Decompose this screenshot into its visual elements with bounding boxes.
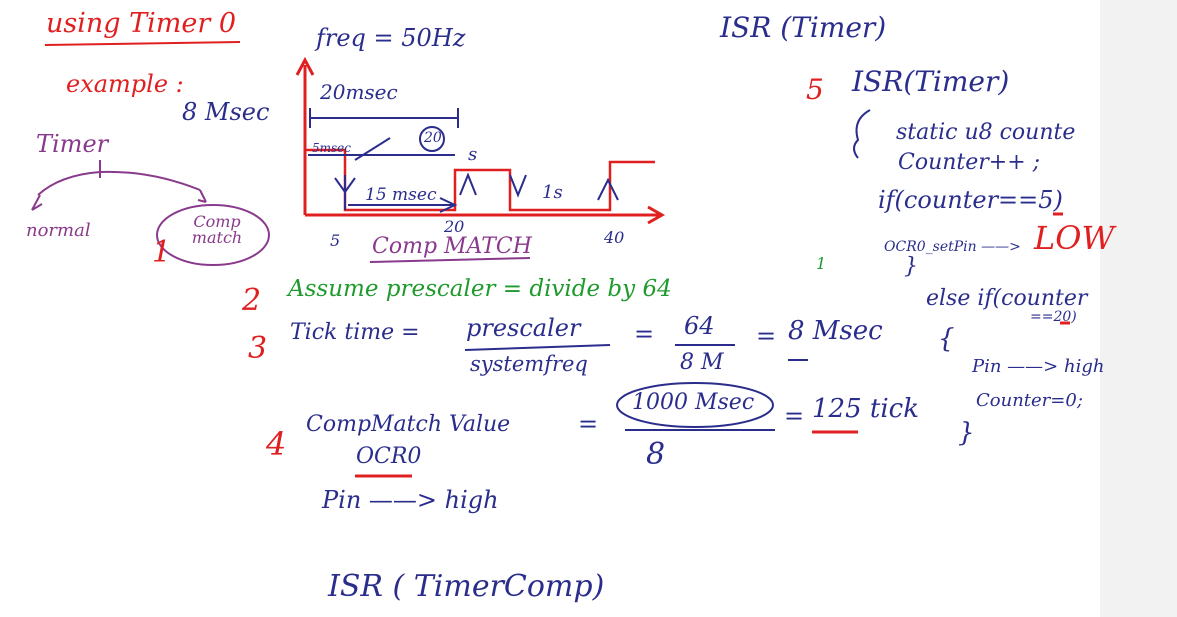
isr-timer-heading: ISR (Timer) [720, 11, 887, 44]
denominator-8: 8 [646, 437, 666, 472]
period-label: 20msec [320, 80, 398, 104]
compmatch-value-label: CompMatch Value [306, 412, 511, 437]
high-time-label: 15 msec [365, 185, 437, 205]
equals-3: = [578, 410, 599, 438]
else-block-open: { [938, 324, 955, 354]
step-number-2: 2 [242, 283, 262, 318]
ocr0-register-label: OCR0 [356, 444, 422, 469]
if-block-close: } [904, 254, 918, 279]
tick-40-label: 40 [604, 228, 625, 247]
up-arrow-2 [597, 177, 619, 201]
period-bracket [309, 108, 459, 128]
else-if-counter: else if(counter [926, 286, 1088, 311]
ocr0-set-pin: OCR0_setPin ——> [884, 239, 1021, 255]
isr-brace-1 [853, 109, 871, 159]
denominator-8m: 8 M [680, 350, 724, 375]
isr-function-signature: ISR(Timer) [852, 65, 1010, 98]
ticks-result: 125 tick [812, 394, 919, 424]
counter-reset: Counter=0; [976, 390, 1083, 411]
static-counter-declaration: static u8 counte [896, 120, 1076, 145]
stray-mark: 1 [816, 254, 827, 273]
step-number-5: 5 [806, 73, 824, 106]
up-arrow-1 [459, 172, 477, 196]
equals-2: = [756, 322, 777, 350]
s-label: s [468, 144, 478, 165]
equals-4: = [784, 402, 805, 430]
prescaler-assumption: Assume prescaler = divide by 64 [288, 276, 672, 302]
timer-label: Timer [36, 130, 109, 158]
circled-20-label: 20 [424, 130, 442, 146]
one-second-label: 1s [542, 182, 563, 203]
timer-tree-left-arrow [31, 194, 43, 211]
tick-20-label: 20 [444, 217, 465, 236]
timer-tree-right-arrow [197, 189, 207, 203]
example-label: example : [66, 70, 184, 98]
msec-note: 8 Msec [182, 98, 270, 126]
pin-high-action: Pin ——> high [322, 486, 499, 514]
systemfreq-denominator: systemfreq [470, 352, 588, 376]
tick-time-label: Tick time = [290, 320, 420, 345]
if-counter-5: if(counter==5) [878, 186, 1063, 214]
step-number-3: 3 [248, 331, 268, 366]
title-underline [44, 41, 241, 46]
else-if-20-condition: ==20) [1030, 309, 1077, 325]
tick-5-label: 5 [330, 231, 341, 250]
tick-time-result: 8 Msec [788, 316, 883, 346]
else-block-close: } [958, 418, 975, 448]
isr-timercomp-heading: ISR ( TimerComp) [328, 569, 605, 604]
step-number-1: 1 [152, 235, 172, 270]
counter-increment: Counter++ ; [898, 150, 1041, 175]
comp-match-mode-label: Comp match [191, 212, 243, 247]
normal-mode-label: normal [26, 220, 91, 241]
numerator-64: 64 [684, 312, 715, 340]
low-time-label: 5msec [312, 141, 351, 155]
equals-1: = [634, 320, 655, 348]
frequency-label: freq = 50Hz [316, 24, 466, 52]
step-number-4: 4 [266, 425, 287, 463]
arrow-to-circle [354, 137, 391, 161]
timer-tree-branch [37, 170, 201, 196]
prescaler-numerator: prescaler [466, 314, 581, 342]
fraction-line-1 [464, 344, 611, 351]
pin-low-label: LOW [1034, 219, 1115, 257]
usec-1000-label: 1000 Msec [632, 390, 755, 415]
else-pin-high: Pin ——> high [972, 356, 1105, 377]
comp-match-title: Comp MATCH [372, 234, 532, 259]
title-using-timer0: using Timer 0 [46, 8, 237, 39]
down-arrow-1 [509, 174, 527, 198]
